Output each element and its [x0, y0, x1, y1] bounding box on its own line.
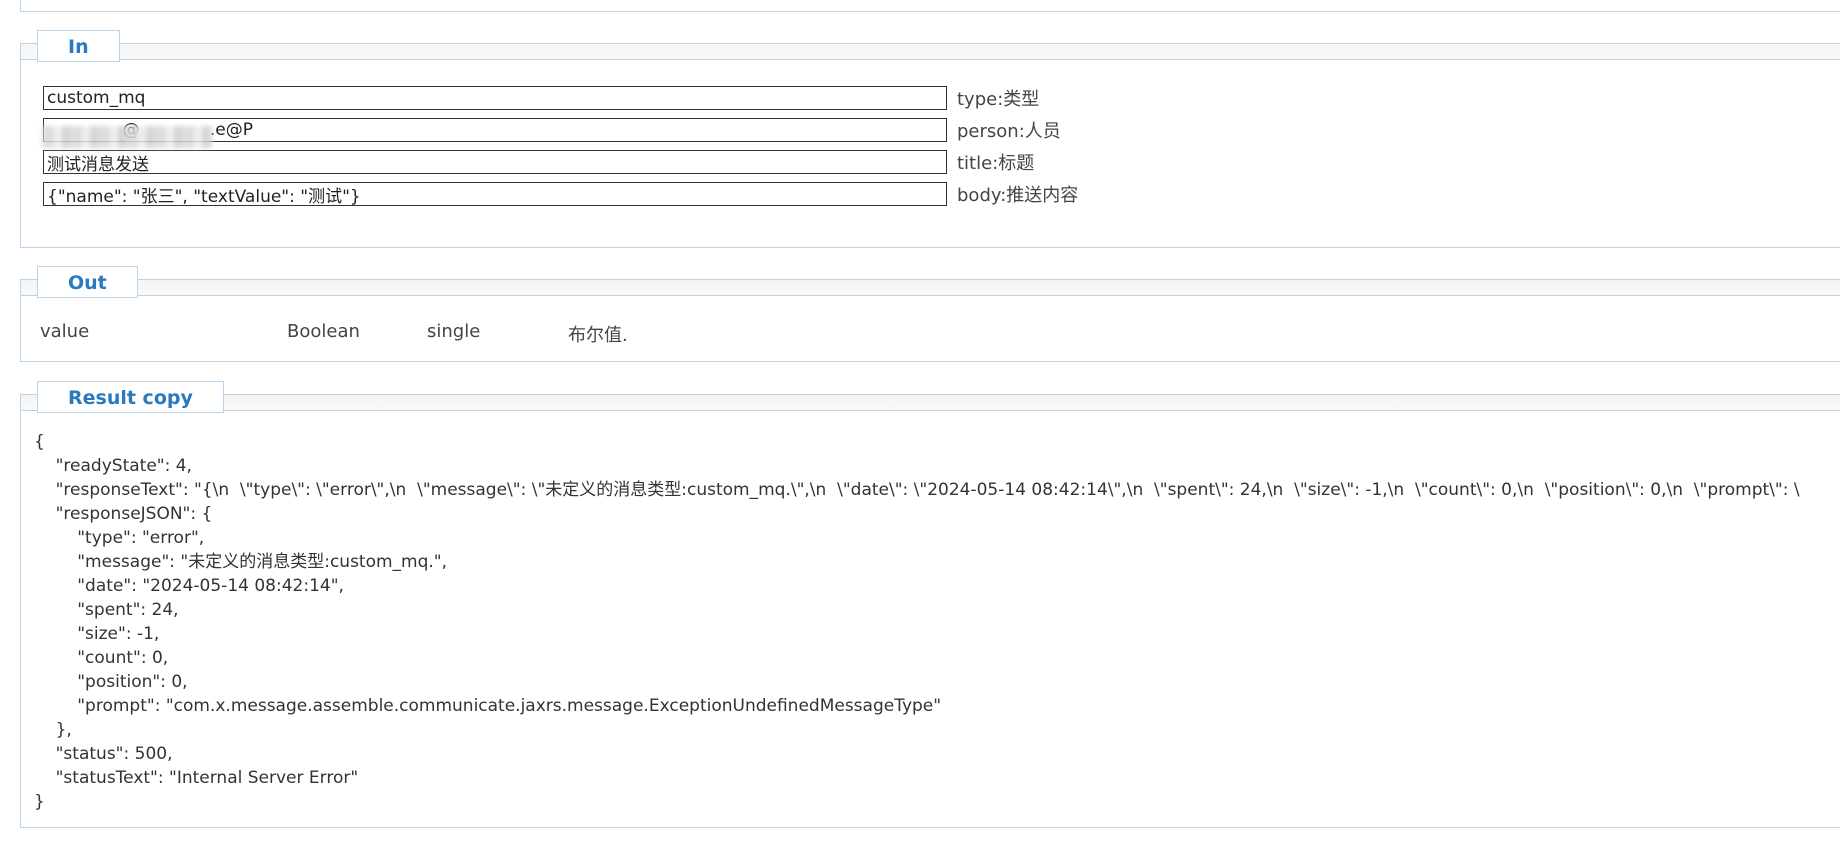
in-section-header [21, 44, 1840, 60]
out-section-header [21, 280, 1840, 296]
result-section-header [21, 395, 1840, 411]
redacted-person-overlay [42, 126, 212, 148]
out-section: Out value Boolean single 布尔值. [20, 266, 1840, 362]
body-label: body:推送内容 [957, 185, 1079, 206]
body-input[interactable] [43, 182, 947, 206]
type-label: type:类型 [957, 89, 1040, 110]
out-param-name: value [40, 321, 90, 342]
out-param-type: Boolean [287, 321, 360, 342]
api-test-page: In type:类型 person:人员 title:标题 body:推送内容 … [0, 0, 1840, 841]
out-param-description: 布尔值. [568, 325, 628, 346]
result-json-output: { "readyState": 4, "responseText": "{\n … [34, 432, 1800, 812]
type-input[interactable] [43, 86, 947, 110]
in-section-title: In [37, 30, 120, 62]
previous-section-edge [20, 0, 1840, 12]
in-section: In type:类型 person:人员 title:标题 body:推送内容 [20, 30, 1840, 248]
field-row-type: type:类型 [43, 85, 1039, 111]
person-label: person:人员 [957, 121, 1061, 142]
title-label: title:标题 [957, 153, 1035, 174]
result-section-title: Result copy [37, 381, 224, 413]
title-input[interactable] [43, 150, 947, 174]
out-param-mode: single [427, 321, 481, 342]
result-section: Result copy { "readyState": 4, "response… [20, 381, 1840, 828]
field-row-body: body:推送内容 [43, 181, 1078, 207]
field-row-title: title:标题 [43, 149, 1034, 175]
out-section-title: Out [37, 266, 138, 298]
